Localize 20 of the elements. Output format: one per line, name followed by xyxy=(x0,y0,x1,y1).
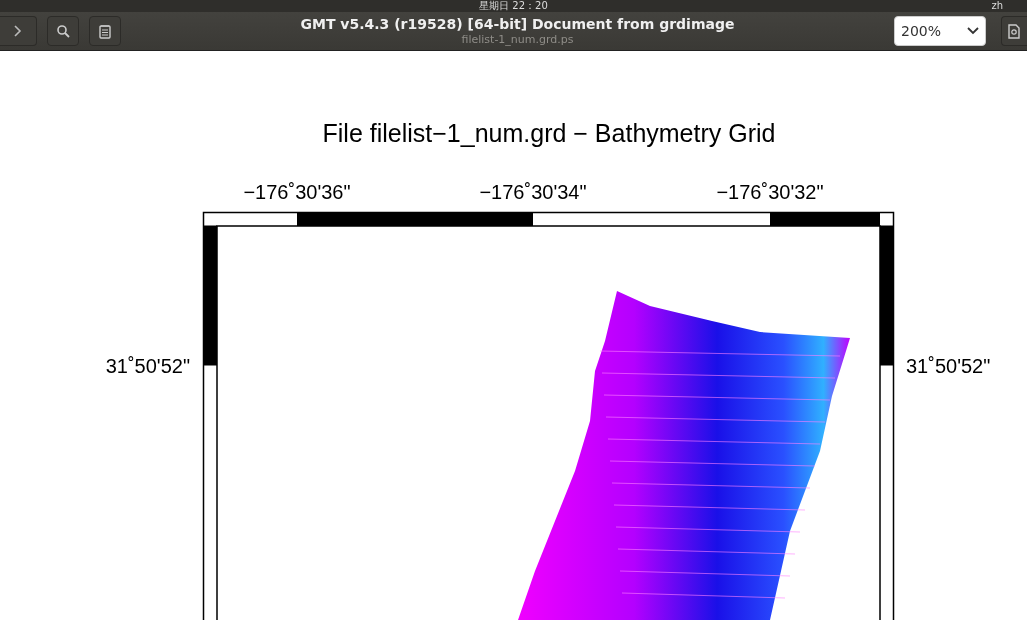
caret-icon xyxy=(967,27,979,35)
latitude-label: 31˚50'52" xyxy=(105,355,190,377)
longitude-label: −176˚30'34" xyxy=(479,181,587,203)
file-name: filelist-1_num.grd.ps xyxy=(461,33,574,46)
chevron-right-icon xyxy=(14,25,22,37)
plot-title: File filelist−1_num.grd − Bathymetry Grid xyxy=(322,119,776,147)
search-button[interactable] xyxy=(47,16,79,46)
document-icon xyxy=(1008,23,1020,39)
clock-text[interactable]: 星期日 22：20 xyxy=(479,0,548,12)
latitude-label: 31˚50'52" xyxy=(906,355,991,377)
longitude-label: −176˚30'36" xyxy=(243,181,351,203)
window-title: GMT v5.4.3 (r19528) [64-bit] Document from grdimage xyxy=(300,16,735,33)
forward-button[interactable] xyxy=(0,16,37,46)
sidebar-button[interactable] xyxy=(89,16,121,46)
search-icon xyxy=(56,24,70,38)
zoom-dropdown[interactable]: 200% xyxy=(894,16,986,46)
document-icon xyxy=(99,23,111,39)
document-button[interactable] xyxy=(1001,16,1027,46)
longitude-label: −176˚30'32" xyxy=(716,181,824,203)
input-method-indicator[interactable]: zh xyxy=(991,0,1003,12)
